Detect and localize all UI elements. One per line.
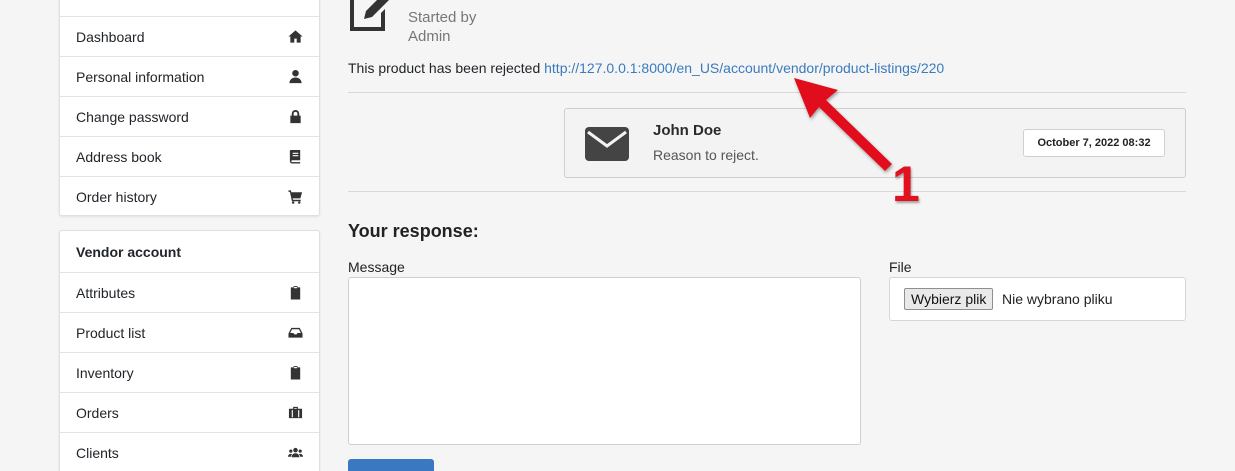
briefcase-icon bbox=[287, 405, 303, 421]
product-listing-link[interactable]: http://127.0.0.1:8000/en_US/account/vend… bbox=[544, 60, 944, 76]
cart-icon bbox=[287, 189, 303, 205]
file-input: Wybierz plik Nie wybrano pliku bbox=[889, 277, 1186, 321]
file-label: File bbox=[889, 259, 912, 275]
sidebar-item-label: Personal information bbox=[76, 68, 205, 85]
users-icon bbox=[287, 445, 303, 461]
sidebar-item-label: Address book bbox=[76, 148, 162, 165]
submit-button[interactable] bbox=[348, 459, 434, 471]
sidebar-item-label: Attributes bbox=[76, 284, 136, 301]
sidebar-item-address-book[interactable]: Address book bbox=[60, 136, 319, 176]
file-status: Nie wybrano pliku bbox=[1002, 291, 1113, 307]
user-icon bbox=[287, 69, 303, 85]
envelope-icon bbox=[585, 127, 629, 161]
sidebar-item-label: Product list bbox=[76, 324, 146, 341]
clipboard-icon bbox=[287, 365, 303, 381]
divider bbox=[348, 191, 1186, 192]
message-date-badge: October 7, 2022 08:32 bbox=[1023, 129, 1165, 157]
clipboard-icon bbox=[287, 285, 303, 301]
choose-file-button[interactable]: Wybierz plik bbox=[904, 288, 994, 310]
home-icon bbox=[287, 29, 303, 45]
sidebar-item-clients[interactable]: Clients bbox=[60, 432, 319, 471]
sidebar-item-label: Change password bbox=[76, 108, 189, 125]
message-text: Reason to reject. bbox=[653, 147, 759, 163]
response-heading: Your response: bbox=[348, 221, 479, 241]
account-menu: Dashboard Personal information Change pa… bbox=[59, 0, 320, 216]
sidebar-item-label: Dashboard bbox=[76, 28, 145, 45]
edit-icon bbox=[347, 0, 391, 34]
sidebar-item-personal-information[interactable]: Personal information bbox=[60, 56, 319, 96]
sidebar-item-label: Orders bbox=[76, 404, 119, 421]
annotation-number: 1 bbox=[892, 156, 920, 212]
started-by-user: Admin bbox=[408, 28, 451, 45]
sidebar-item-orders[interactable]: Orders bbox=[60, 392, 319, 432]
message-textarea[interactable] bbox=[348, 277, 861, 445]
sidebar-item-label: Clients bbox=[76, 444, 119, 461]
sidebar-item-order-history[interactable]: Order history bbox=[60, 176, 319, 216]
vendor-menu: Vendor account Attributes Product list I… bbox=[59, 230, 320, 471]
rejection-notice: This product has been rejected http://12… bbox=[348, 60, 944, 76]
divider bbox=[348, 92, 1186, 93]
lock-icon bbox=[287, 109, 303, 125]
sidebar-item-product-list[interactable]: Product list bbox=[60, 312, 319, 352]
book-icon bbox=[287, 149, 303, 165]
sidebar-item-dashboard[interactable]: Dashboard bbox=[60, 16, 319, 56]
sidebar-item-label: Inventory bbox=[76, 364, 134, 381]
rejection-text: This product has been rejected bbox=[348, 60, 541, 76]
inbox-icon bbox=[287, 325, 303, 341]
message-label: Message bbox=[348, 259, 405, 275]
message-author: John Doe bbox=[653, 122, 722, 139]
sidebar-item-inventory[interactable]: Inventory bbox=[60, 352, 319, 392]
message-card: John Doe Reason to reject. October 7, 20… bbox=[564, 108, 1186, 178]
started-by-label: Started by bbox=[408, 9, 477, 26]
sidebar-item-attributes[interactable]: Attributes bbox=[60, 272, 319, 312]
vendor-account-heading: Vendor account bbox=[76, 243, 182, 260]
started-by: Started by Admin bbox=[408, 8, 476, 46]
sidebar-item-label: Order history bbox=[76, 188, 157, 205]
sidebar-item-change-password[interactable]: Change password bbox=[60, 96, 319, 136]
